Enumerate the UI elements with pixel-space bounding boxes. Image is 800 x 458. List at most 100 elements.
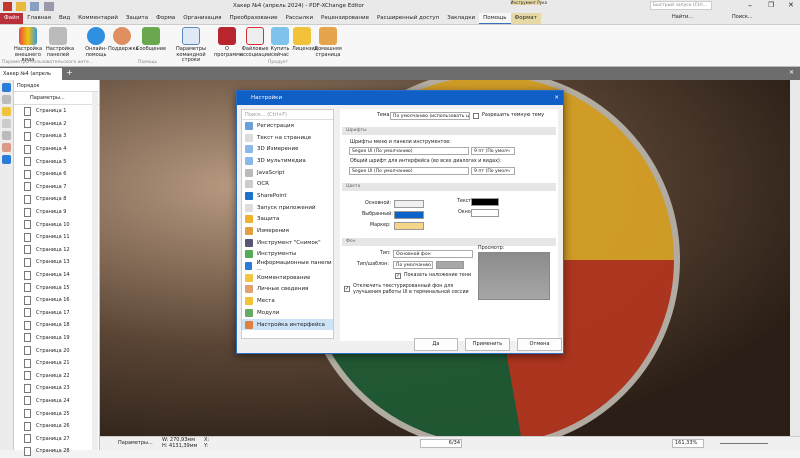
category-item[interactable]: Инструменты: [242, 249, 333, 261]
page-list-item[interactable]: Страница 28: [14, 445, 99, 458]
page-list-item[interactable]: Страница 22: [14, 369, 99, 382]
page-list-item[interactable]: Страница 9: [14, 206, 99, 219]
disable-texture-checkbox[interactable]: ✓: [344, 286, 350, 292]
comments-icon[interactable]: [2, 107, 11, 116]
new-tab-button[interactable]: +: [66, 68, 73, 77]
page-list-item[interactable]: Страница 19: [14, 332, 99, 345]
tab-format[interactable]: Формат Инструмент Рука: [510, 0, 547, 24]
page-list-item[interactable]: Страница 17: [14, 307, 99, 320]
page-list-item[interactable]: Страница 20: [14, 344, 99, 357]
category-item[interactable]: Регистрация: [242, 120, 333, 132]
tab-review[interactable]: Рецензирование: [317, 13, 373, 24]
zoom-slider[interactable]: [720, 443, 768, 444]
tab-help[interactable]: Помощь: [479, 13, 511, 24]
tab-comment[interactable]: Комментарий: [74, 13, 122, 24]
page-list-item[interactable]: Страница 16: [14, 294, 99, 307]
online-help-button[interactable]: Онлайн-помощь: [85, 27, 107, 58]
ui-appearance-button[interactable]: Настройка внешнего вида: [14, 27, 42, 64]
text-color-swatch[interactable]: [471, 198, 499, 206]
tab-file[interactable]: Файл: [0, 13, 24, 24]
category-item[interactable]: OCR: [242, 178, 333, 190]
pattern-select[interactable]: По умолчанию: [393, 261, 433, 269]
tab-share[interactable]: Расширенный доступ: [373, 13, 443, 24]
category-item[interactable]: Информационные панели ...: [242, 260, 333, 272]
pages-icon[interactable]: [2, 95, 11, 104]
page-list-item[interactable]: Страница 12: [14, 244, 99, 257]
page-list-item[interactable]: Страница 15: [14, 281, 99, 294]
panels-setup-button[interactable]: Настройка панелей: [46, 27, 74, 58]
panel-scrollbar[interactable]: [92, 92, 98, 450]
status-options[interactable]: Параметры...: [118, 440, 153, 446]
license-button[interactable]: Лицензия: [292, 27, 318, 53]
maximize-button[interactable]: ❐: [768, 1, 774, 9]
category-item[interactable]: Запуск приложений: [242, 202, 333, 214]
buy-button[interactable]: Купить сейчас: [270, 27, 290, 58]
category-item[interactable]: Инструмент "Снимок": [242, 237, 333, 249]
category-item[interactable]: Модули: [242, 307, 333, 319]
cmdline-button[interactable]: Параметры командной строки: [170, 27, 212, 64]
category-item[interactable]: Места: [242, 295, 333, 307]
page-list-item[interactable]: Страница 13: [14, 256, 99, 269]
search-button[interactable]: Поиск...: [732, 14, 753, 20]
ok-button[interactable]: Да: [414, 338, 458, 351]
page-list-item[interactable]: Страница 26: [14, 420, 99, 433]
theme-select[interactable]: По умолчанию (использовать цвет с: [390, 112, 470, 120]
tab-form[interactable]: Форма: [152, 13, 179, 24]
page-list-item[interactable]: Страница 21: [14, 357, 99, 370]
tab-convert[interactable]: Преобразование: [225, 13, 281, 24]
tags-icon[interactable]: [2, 155, 11, 164]
tab-home[interactable]: Главная: [23, 13, 55, 24]
support-button[interactable]: Поддержка: [108, 27, 139, 53]
file-assoc-button[interactable]: Файловые ассоциации: [240, 27, 271, 58]
page-list-item[interactable]: Страница 5: [14, 155, 99, 168]
layers-icon[interactable]: [2, 131, 11, 140]
page-list-item[interactable]: Страница 7: [14, 181, 99, 194]
ui-font-select[interactable]: Segoe UI (По умолчанию): [349, 167, 469, 175]
category-item[interactable]: 3D Измерение: [242, 143, 333, 155]
tab-protect[interactable]: Защита: [122, 13, 152, 24]
vertical-scrollbar[interactable]: [790, 80, 800, 436]
category-item[interactable]: Защита: [242, 214, 333, 226]
category-item[interactable]: Измерения: [242, 225, 333, 237]
page-number-input[interactable]: 6/34: [420, 439, 462, 448]
category-item[interactable]: Настройка интерфейса: [242, 318, 333, 331]
close-button[interactable]: ✕: [788, 1, 794, 9]
page-list-item[interactable]: Страница 3: [14, 130, 99, 143]
window-color-swatch[interactable]: [471, 209, 499, 217]
shadow-checkbox[interactable]: ✓: [395, 273, 401, 279]
page-list-item[interactable]: Страница 25: [14, 407, 99, 420]
tab-organize[interactable]: Организация: [179, 13, 225, 24]
dark-theme-checkbox[interactable]: [473, 113, 479, 119]
page-list-item[interactable]: Страница 10: [14, 218, 99, 231]
report-button[interactable]: Сообщение: [136, 27, 166, 53]
cancel-button[interactable]: Отмена: [517, 338, 562, 351]
page-list-item[interactable]: Страница 14: [14, 269, 99, 282]
tab-view[interactable]: Вид: [55, 13, 74, 24]
page-list-item[interactable]: Страница 11: [14, 231, 99, 244]
about-button[interactable]: О программе: [214, 27, 243, 58]
marker-color-swatch[interactable]: [394, 222, 424, 230]
home-page-button[interactable]: Домашняя страница: [314, 27, 342, 58]
page-list-item[interactable]: Страница 2: [14, 118, 99, 131]
dialog-close-icon[interactable]: ✕: [554, 91, 559, 105]
category-item[interactable]: 3D мультимедиа: [242, 155, 333, 167]
page-list-item[interactable]: Страница 23: [14, 382, 99, 395]
apply-button[interactable]: Применить: [465, 338, 510, 351]
main-color-swatch[interactable]: [394, 200, 424, 208]
category-item[interactable]: Личные сведения: [242, 284, 333, 296]
tab-mailings[interactable]: Рассылки: [282, 13, 318, 24]
menu-size-select[interactable]: 9 пт (По умолч: [471, 147, 515, 155]
category-search-input[interactable]: Поиск... (Ctrl+F): [242, 110, 333, 120]
page-list-item[interactable]: Страница 1: [14, 105, 99, 118]
page-list-item[interactable]: Страница 24: [14, 395, 99, 408]
open-icon[interactable]: [16, 2, 26, 11]
category-item[interactable]: SharePoint: [242, 190, 333, 202]
pattern-color-swatch[interactable]: [436, 261, 464, 269]
page-list-item[interactable]: Страница 6: [14, 168, 99, 181]
page-list-item[interactable]: Страница 8: [14, 193, 99, 206]
document-tab[interactable]: Хакер №4 (апрель 2024): [0, 68, 62, 89]
find-button[interactable]: Найти...: [672, 14, 693, 20]
category-item[interactable]: Комментирование: [242, 272, 333, 284]
menu-font-select[interactable]: Segoe UI (По умолчанию): [349, 147, 469, 155]
page-list-item[interactable]: Страница 4: [14, 143, 99, 156]
